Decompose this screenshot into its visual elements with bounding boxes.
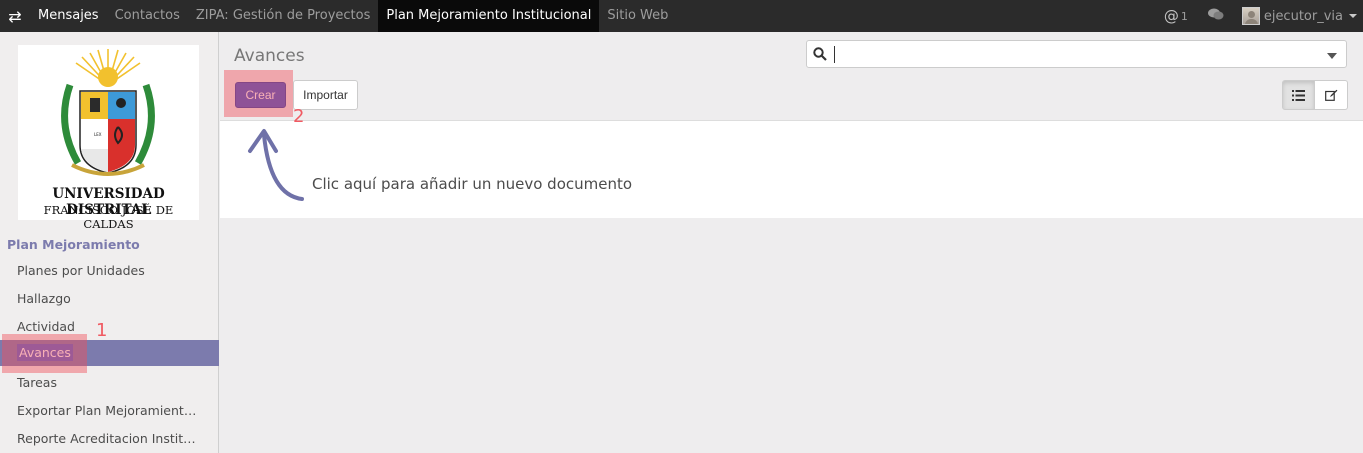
list-icon: [1292, 89, 1305, 101]
edit-icon: [1324, 89, 1337, 101]
control-panel: Avances Crear Importar: [220, 32, 1363, 120]
sidebar-item-avances[interactable]: Avances: [0, 340, 219, 366]
avatar[interactable]: [1241, 7, 1260, 25]
logo-line2: FRANCISCO JOSÉ DE CALDAS: [43, 203, 174, 231]
view-switcher: [1282, 80, 1348, 110]
sidebar: LEX UNIVERSIDAD DISTRITAL FRANCISCO JOSÉ…: [0, 32, 219, 453]
university-logo: LEX UNIVERSIDAD DISTRITAL FRANCISCO JOSÉ…: [18, 45, 199, 231]
sidebar-item-reporte-acreditacion[interactable]: Reporte Acreditacion Instit…: [0, 426, 219, 452]
exchange-icon[interactable]: ⇄: [0, 0, 30, 32]
search-input[interactable]: [806, 40, 1347, 68]
svg-text:LEX: LEX: [94, 132, 102, 137]
view-content: Clic aquí para añadir un nuevo documento: [220, 120, 1363, 218]
topnav-plan-mejoramiento[interactable]: Plan Mejoramiento Institucional: [378, 0, 600, 32]
sidebar-section-title: Plan Mejoramiento: [7, 237, 140, 252]
shield-icon: LEX: [61, 49, 155, 176]
topnav-zipa[interactable]: ZIPA: Gestión de Proyectos: [188, 0, 378, 32]
top-navbar: ⇄ Mensajes Contactos ZIPA: Gestión de Pr…: [0, 0, 1363, 32]
empty-view-help[interactable]: Clic aquí para añadir un nuevo documento: [312, 175, 632, 193]
sidebar-item-label: Avances: [17, 344, 73, 361]
sidebar-item-exportar-plan[interactable]: Exportar Plan Mejoramient…: [0, 398, 219, 424]
form-view-button[interactable]: [1315, 80, 1348, 110]
topnav-sitio-web[interactable]: Sitio Web: [599, 0, 676, 32]
top-menu: Mensajes Contactos ZIPA: Gestión de Proy…: [30, 0, 676, 32]
step-number-1: 1: [96, 320, 108, 341]
chevron-down-icon[interactable]: [1349, 14, 1357, 18]
chevron-down-icon[interactable]: [1327, 53, 1337, 59]
step-number-2: 2: [293, 106, 305, 127]
chat-icon[interactable]: [1207, 8, 1224, 25]
sidebar-item-actividad[interactable]: Actividad: [0, 314, 219, 340]
user-menu[interactable]: ejecutor_via: [1264, 9, 1343, 24]
topnav-contactos[interactable]: Contactos: [107, 0, 188, 32]
at-icon[interactable]: @: [1164, 7, 1179, 25]
mentions-count[interactable]: 1: [1181, 10, 1188, 23]
list-view-button[interactable]: [1282, 80, 1315, 110]
sidebar-item-tareas[interactable]: Tareas: [0, 370, 219, 396]
sidebar-item-hallazgo[interactable]: Hallazgo: [0, 286, 219, 312]
create-button[interactable]: Crear: [235, 82, 286, 108]
page-title: Avances: [234, 46, 305, 66]
topnav-mensajes[interactable]: Mensajes: [30, 0, 107, 32]
curved-arrow-icon: [248, 129, 304, 201]
search-icon: [813, 47, 827, 61]
topbar-user-area: @ 1 ejecutor_via: [1164, 0, 1357, 32]
sidebar-item-planes-por-unidades[interactable]: Planes por Unidades: [0, 258, 219, 284]
text-cursor: [834, 46, 835, 63]
